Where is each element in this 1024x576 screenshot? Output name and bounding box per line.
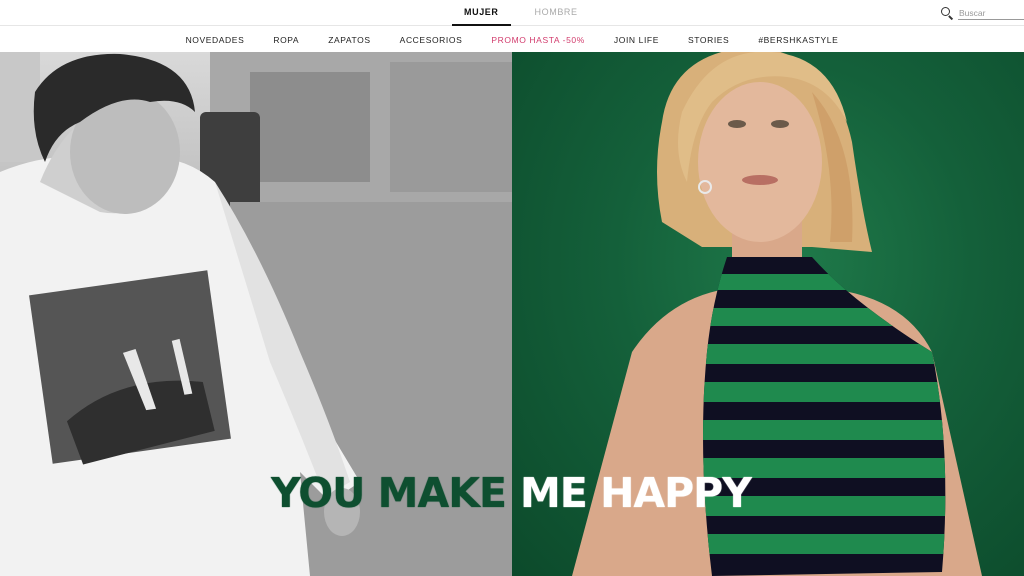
hero-banner[interactable]: YOU MAKE ME HAPPY bbox=[0, 52, 1024, 576]
main-nav: NOVEDADES ROPA ZAPATOS ACCESORIOS PROMO … bbox=[0, 27, 1024, 52]
nav-item-promo[interactable]: PROMO HASTA -50% bbox=[491, 35, 585, 45]
nav-item-ropa[interactable]: ROPA bbox=[273, 35, 299, 45]
search-input[interactable] bbox=[958, 6, 1024, 20]
search-icon[interactable] bbox=[940, 6, 954, 20]
headline-part-white: ME HAPPY bbox=[520, 469, 752, 517]
tab-mujer[interactable]: MUJER bbox=[452, 0, 511, 26]
search-box bbox=[940, 4, 1024, 22]
nav-item-accesorios[interactable]: ACCESORIOS bbox=[400, 35, 463, 45]
hero-headline[interactable]: YOU MAKE ME HAPPY bbox=[0, 468, 1024, 518]
gender-tabs: MUJER HOMBRE bbox=[452, 0, 590, 26]
headline-part-green: YOU MAKE bbox=[271, 469, 507, 517]
nav-item-novedades[interactable]: NOVEDADES bbox=[186, 35, 245, 45]
top-bar: MUJER HOMBRE bbox=[0, 0, 1024, 26]
nav-item-zapatos[interactable]: ZAPATOS bbox=[328, 35, 370, 45]
nav-item-stories[interactable]: STORIES bbox=[688, 35, 729, 45]
nav-item-join-life[interactable]: JOIN LIFE bbox=[614, 35, 659, 45]
tab-hombre[interactable]: HOMBRE bbox=[523, 0, 590, 26]
nav-item-bershkastyle[interactable]: #BERSHKASTYLE bbox=[758, 35, 838, 45]
